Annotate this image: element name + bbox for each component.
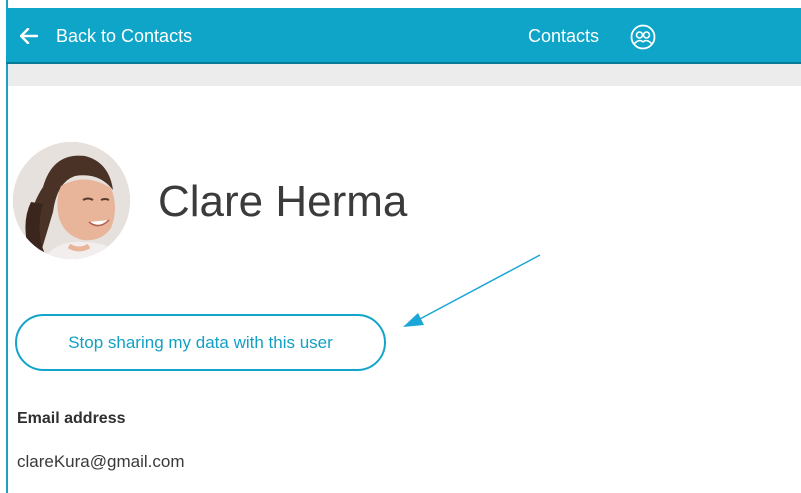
contacts-group-icon[interactable]: [630, 24, 656, 50]
stop-sharing-label: Stop sharing my data with this user: [68, 332, 333, 352]
contact-name: Clare Herma: [158, 177, 408, 226]
page-title: Contacts: [528, 25, 600, 46]
left-border: [0, 0, 8, 493]
email-label: Email address: [17, 410, 126, 427]
avatar: [13, 142, 130, 259]
email-value: clareKura@gmail.com: [17, 452, 185, 471]
arrow-left-icon: [20, 28, 38, 44]
contact-detail-screen: Back to Contacts Contacts Clare Herma St…: [0, 0, 801, 493]
stop-sharing-button[interactable]: Stop sharing my data with this user: [15, 314, 386, 371]
back-link-label: Back to Contacts: [56, 25, 193, 46]
back-to-contacts-link[interactable]: Back to Contacts: [20, 22, 192, 50]
avatar-photo: [13, 142, 130, 259]
sub-header-bar: [8, 64, 801, 86]
top-navigation-bar: Back to Contacts Contacts: [6, 8, 801, 64]
